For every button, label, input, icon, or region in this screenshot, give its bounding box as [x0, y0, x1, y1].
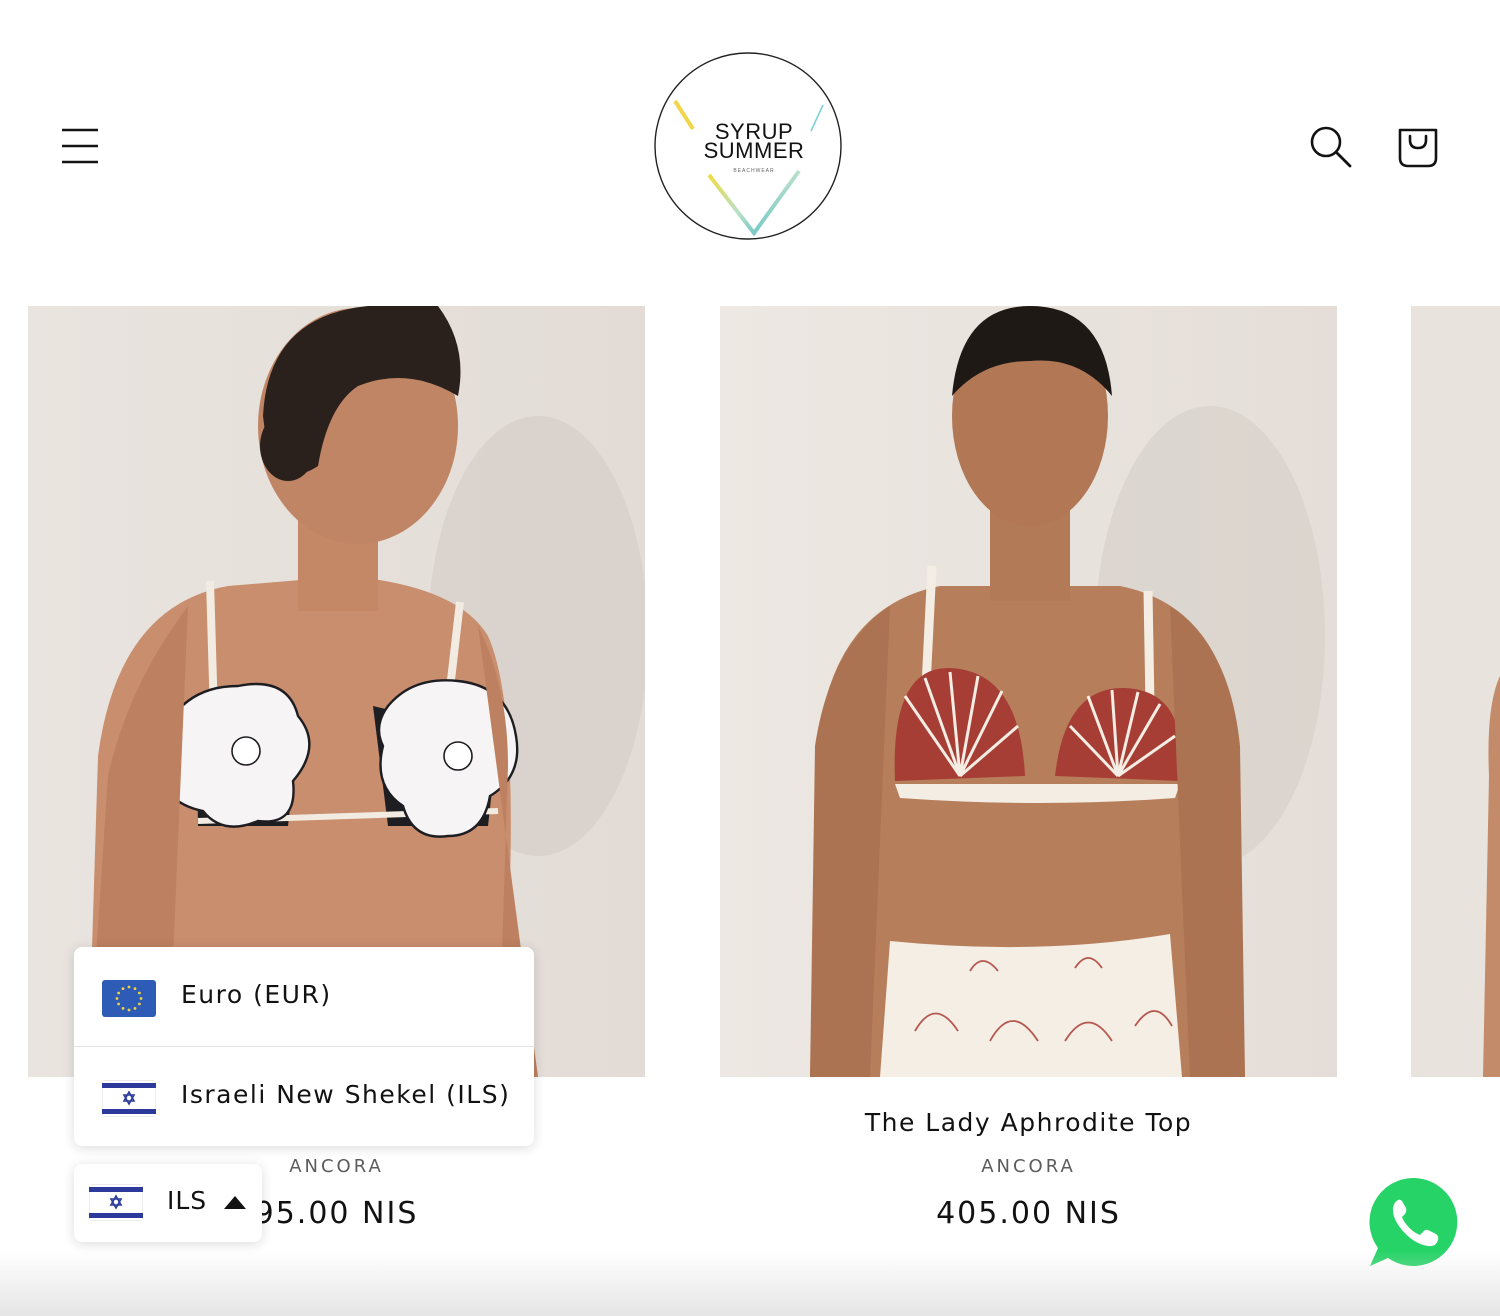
product-vendor: ANCORA — [981, 1156, 1076, 1177]
logo-tagline: BEACHWEAR — [733, 168, 774, 174]
search-icon — [1310, 126, 1352, 168]
currency-option-ils[interactable]: Israeli New Shekel (ILS) — [74, 1047, 534, 1146]
whatsapp-chat-button[interactable] — [1366, 1174, 1462, 1270]
hamburger-menu-icon — [62, 128, 98, 164]
eu-flag-icon — [102, 980, 156, 1017]
currency-option-eur[interactable]: Euro (EUR) — [74, 947, 534, 1047]
product-image[interactable] — [720, 306, 1337, 1077]
product-price: 405.00 NIS — [936, 1196, 1121, 1231]
product-title[interactable]: The Lady Aphrodite Top — [720, 1108, 1337, 1137]
currency-dropdown-menu: Euro (EUR) Israeli New Shekel (ILS) — [74, 947, 534, 1146]
israel-flag-icon — [102, 1080, 156, 1117]
product-card: The Lady Aphrodite Top ANCORA 405.00 NIS — [720, 306, 1337, 1231]
search-button[interactable] — [1306, 122, 1354, 170]
currency-option-label: Israeli New Shekel (ILS) — [181, 1080, 511, 1109]
israel-flag-icon — [89, 1184, 143, 1221]
site-logo[interactable]: SYRUP SUMMER BEACHWEAR — [653, 51, 843, 241]
currency-option-label: Euro (EUR) — [181, 980, 332, 1009]
currency-code: ILS — [167, 1186, 208, 1215]
bottom-fade — [0, 1250, 1500, 1316]
product-card — [1411, 306, 1500, 1081]
caret-up-icon — [224, 1196, 246, 1209]
cart-icon — [1398, 128, 1438, 168]
currency-selector-button[interactable]: ILS — [74, 1164, 262, 1242]
logo-text-summer: SUMMER — [704, 138, 805, 163]
menu-button[interactable] — [58, 124, 102, 168]
product-image[interactable] — [1411, 306, 1500, 1077]
cart-button[interactable] — [1394, 122, 1442, 170]
whatsapp-icon — [1369, 1177, 1458, 1266]
